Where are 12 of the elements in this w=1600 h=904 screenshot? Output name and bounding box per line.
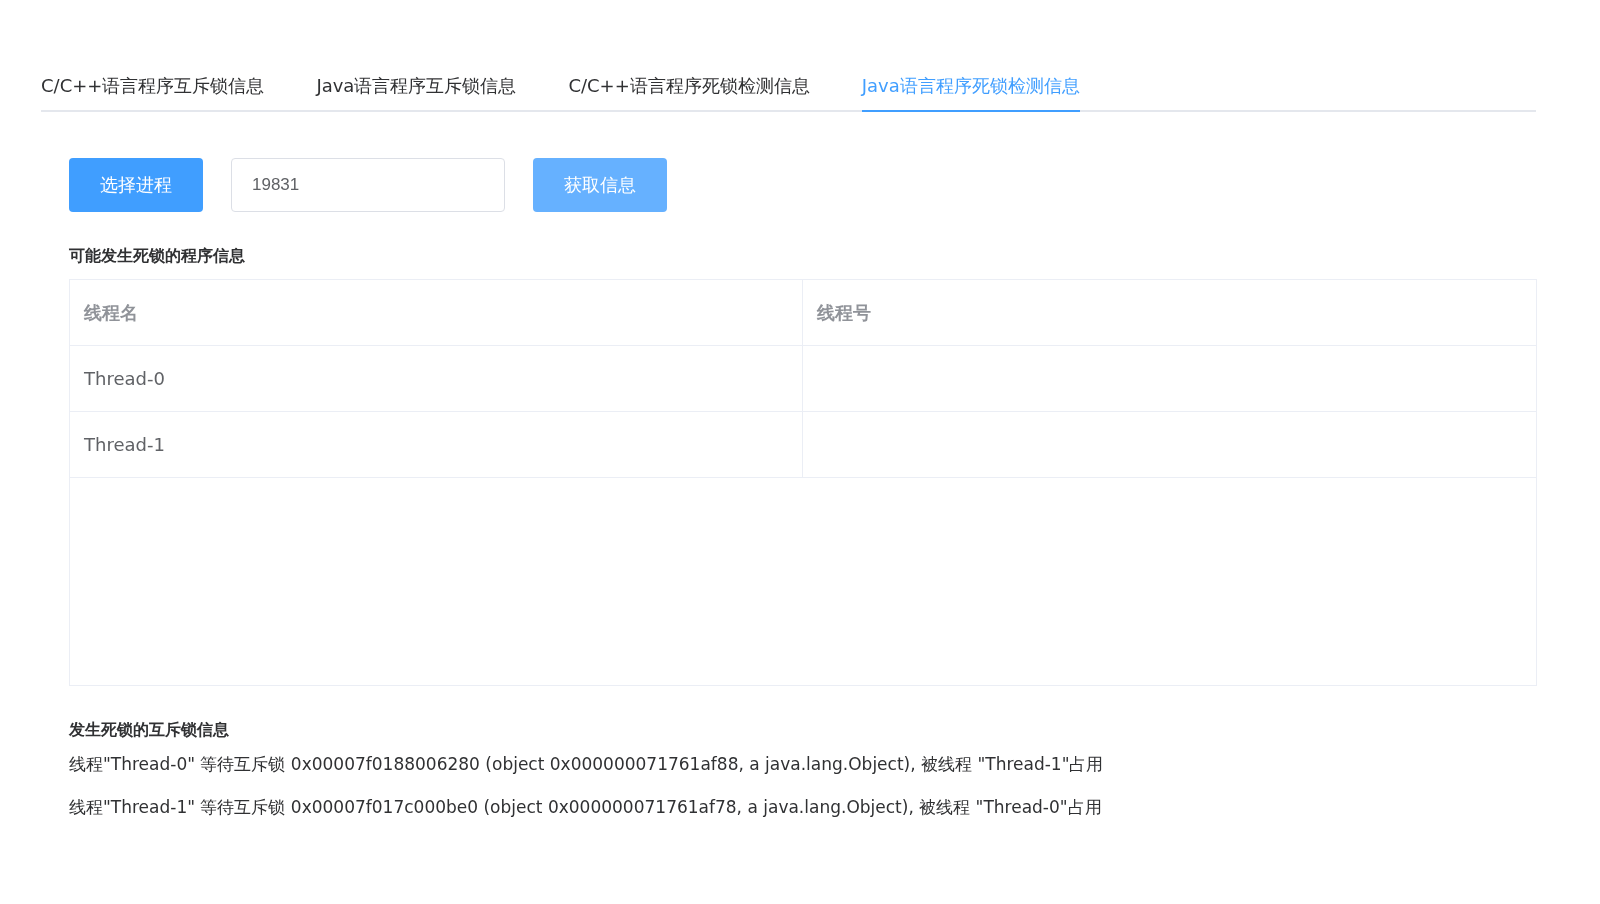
section-title: 可能发生死锁的程序信息: [69, 246, 246, 267]
mutex-info-line: 线程"Thread-0" 等待互斥锁 0x00007f0188006280 (object 0x000000071761af88, a java.lang.Object), 被线程 "Thread-1"占用: [69, 753, 1105, 776]
section-title: 发生死锁的互斥锁信息: [69, 720, 230, 741]
column-header: 线程名: [70, 280, 803, 345]
tab[interactable]: C/C++语言程序互斥锁信息: [41, 66, 265, 112]
mutex-info-line: 线程"Thread-1" 等待互斥锁 0x00007f017c000be0 (object 0x000000071761af78, a java.lang.Object), 被线程 "Thread-0"占用: [69, 796, 1103, 819]
table-cell: Thread-0: [70, 346, 803, 411]
pid-field[interactable]: 19831: [231, 158, 505, 212]
column-header: 线程号: [815, 300, 872, 325]
tab[interactable]: C/C++语言程序死锁检测信息: [568, 66, 810, 112]
table-cell: Thread-1: [70, 412, 803, 477]
tab[interactable]: Java语言程序互斥锁信息: [316, 66, 517, 112]
